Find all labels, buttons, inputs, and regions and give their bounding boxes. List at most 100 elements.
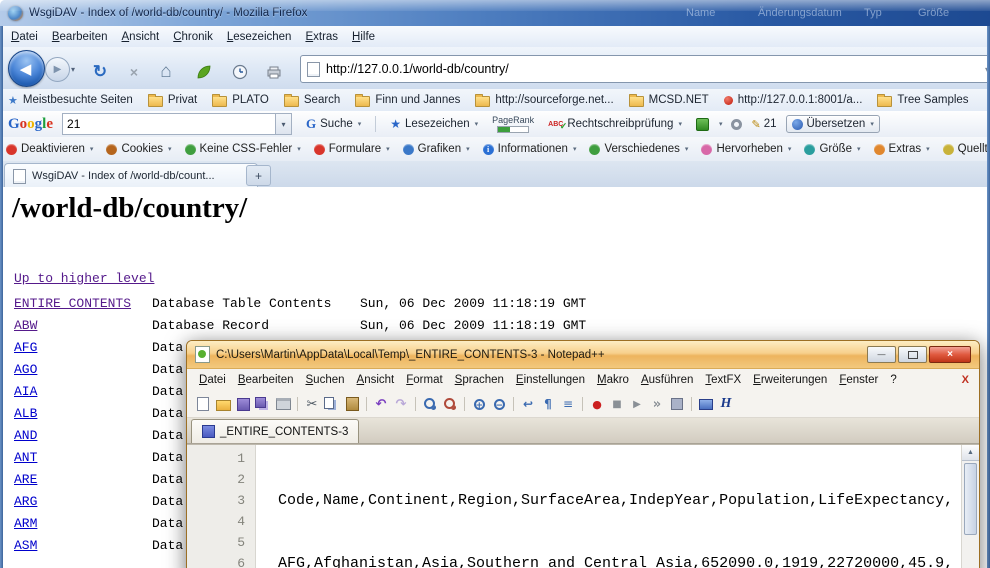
url-input[interactable]	[326, 62, 979, 76]
scroll-up-button[interactable]: ▲	[962, 445, 979, 461]
code-text[interactable]: Code,Name,Continent,Region,SurfaceArea,I…	[256, 445, 961, 568]
print-icon[interactable]	[274, 396, 292, 413]
google-search-input[interactable]	[63, 117, 275, 131]
bookmark-sourceforge[interactable]: http://sourceforge.net...	[475, 94, 613, 107]
close-button[interactable]: ×	[929, 346, 971, 363]
menu-lesezeichen[interactable]: Lesezeichen	[220, 29, 299, 45]
doc-monitor-icon[interactable]	[697, 396, 715, 413]
npp-menu-textfx[interactable]: TextFX	[699, 372, 747, 388]
search-history-dropdown-icon[interactable]: ▾	[275, 114, 291, 134]
options-icon[interactable]	[731, 119, 742, 130]
zoom-in-icon[interactable]	[470, 396, 488, 413]
notes-button[interactable]: ✎21	[751, 118, 776, 131]
npp-menu-datei[interactable]: Datei	[193, 372, 232, 388]
dir-link-aia[interactable]: AIA	[14, 381, 152, 403]
npp-menu-ansicht[interactable]: Ansicht	[351, 372, 401, 388]
show-symbols-icon[interactable]	[539, 396, 557, 413]
chevron-down-icon[interactable]: ▾	[719, 120, 723, 128]
dir-link-arg[interactable]: ARG	[14, 491, 152, 513]
notepad-titlebar[interactable]: C:\Users\Martin\AppData\Local\Temp\_ENTI…	[187, 341, 979, 369]
h-viewer-icon[interactable]	[717, 396, 735, 413]
webdev-formulare[interactable]: Formulare▾	[314, 143, 390, 155]
firefox-titlebar[interactable]: WsgiDAV - Index of /world-db/country/ - …	[0, 0, 990, 26]
google-bookmarks-button[interactable]: ★Lesezeichen▾	[385, 115, 483, 133]
dir-link-alb[interactable]: ALB	[14, 403, 152, 425]
dir-link-arm[interactable]: ARM	[14, 513, 152, 535]
history-dropdown-icon[interactable]: ▾	[71, 65, 75, 74]
npp-menu-erweiterungen[interactable]: Erweiterungen	[747, 372, 833, 388]
menu-hilfe[interactable]: Hilfe	[345, 29, 382, 45]
google-logo[interactable]: Google	[8, 116, 53, 133]
stop-button[interactable]: ×	[122, 61, 146, 83]
webdev-verschiedenes[interactable]: Verschiedenes▾	[589, 143, 688, 155]
save-all-icon[interactable]	[254, 396, 272, 413]
dir-link-ago[interactable]: AGO	[14, 359, 152, 381]
npp-menu-format[interactable]: Format	[400, 372, 448, 388]
npp-menu-help[interactable]: ?	[884, 372, 902, 388]
home-button[interactable]: ⌂	[154, 61, 178, 83]
print-icon[interactable]	[262, 61, 286, 83]
copy-icon[interactable]	[323, 396, 341, 413]
new-tab-button[interactable]: +	[246, 165, 271, 186]
dir-link-entire-contents[interactable]: ENTIRE CONTENTS	[14, 293, 152, 315]
npp-menu-makro[interactable]: Makro	[591, 372, 635, 388]
menu-chronik[interactable]: Chronik	[166, 29, 220, 45]
scrollbar-thumb[interactable]	[964, 463, 977, 535]
autofill-icon[interactable]	[696, 118, 709, 131]
play-multi-icon[interactable]	[648, 396, 666, 413]
paste-icon[interactable]	[343, 396, 361, 413]
webdev-informationen[interactable]: iInformationen▾	[483, 143, 577, 155]
reload-button[interactable]: ↻	[88, 61, 112, 83]
webdev-extras[interactable]: Extras▾	[874, 143, 930, 155]
open-icon[interactable]	[214, 396, 232, 413]
webdev-deaktivieren[interactable]: Deaktivieren▾	[6, 143, 93, 155]
save-icon[interactable]	[234, 396, 252, 413]
menu-datei[interactable]: Datei	[4, 29, 45, 45]
greasemonkey-icon[interactable]	[192, 61, 216, 83]
npp-menu-einstellungen[interactable]: Einstellungen	[510, 372, 591, 388]
new-icon[interactable]	[194, 396, 212, 413]
google-search-button[interactable]: GSuche▾	[301, 114, 366, 134]
menu-bearbeiten[interactable]: Bearbeiten	[45, 29, 115, 45]
line-number-gutter[interactable]: 1 2 3 4 5 6	[187, 445, 256, 568]
bookmark-finn-und-jannes[interactable]: Finn und Jannes	[355, 94, 460, 107]
history-clock-icon[interactable]	[228, 61, 252, 83]
npp-menu-bearbeiten[interactable]: Bearbeiten	[232, 372, 300, 388]
webdev-groesse[interactable]: Größe▾	[804, 143, 860, 155]
webdev-css[interactable]: Keine CSS-Fehler▾	[185, 143, 301, 155]
zoom-out-icon[interactable]	[490, 396, 508, 413]
translate-button[interactable]: Übersetzen▾	[786, 115, 880, 133]
dir-link-and[interactable]: AND	[14, 425, 152, 447]
play-icon[interactable]	[628, 396, 646, 413]
npp-menu-ausfuehren[interactable]: Ausführen	[635, 372, 699, 388]
bookmark-search[interactable]: Search	[284, 94, 340, 107]
save-macro-icon[interactable]	[668, 396, 686, 413]
spellcheck-button[interactable]: ABCRechtschreibprüfung▾	[543, 116, 687, 132]
pagerank-indicator[interactable]: PageRank	[492, 115, 534, 133]
maximize-button[interactable]	[898, 346, 927, 363]
indent-guide-icon[interactable]	[559, 396, 577, 413]
webdev-grafiken[interactable]: Grafiken▾	[403, 143, 470, 155]
dir-link-ant[interactable]: ANT	[14, 447, 152, 469]
webdev-hervorheben[interactable]: Hervorheben▾	[701, 143, 791, 155]
record-icon[interactable]	[588, 396, 606, 413]
bookmark-privat[interactable]: Privat	[148, 94, 197, 107]
bookmark-mcsd[interactable]: MCSD.NET	[629, 94, 709, 107]
redo-icon[interactable]	[392, 396, 410, 413]
dir-link-abw[interactable]: ABW	[14, 315, 152, 337]
dir-link-asm[interactable]: ASM	[14, 535, 152, 557]
bookmark-localhost-8001[interactable]: http://127.0.0.1:8001/a...	[724, 94, 863, 106]
npp-menu-fenster[interactable]: Fenster	[833, 372, 884, 388]
minimize-button[interactable]: —	[867, 346, 896, 363]
find-icon[interactable]	[421, 396, 439, 413]
npp-tab-entire-contents[interactable]: _ENTIRE_CONTENTS-3	[191, 419, 359, 443]
back-button[interactable]: ◀	[8, 50, 45, 87]
up-to-higher-level-link[interactable]: Up to higher level	[14, 271, 154, 286]
webdev-cookies[interactable]: Cookies▾	[106, 143, 171, 155]
bookmark-plato[interactable]: PLATO	[212, 94, 269, 107]
tab-wsgidav[interactable]: WsgiDAV - Index of /world-db/count...	[4, 163, 258, 188]
word-wrap-icon[interactable]	[519, 396, 537, 413]
menu-extras[interactable]: Extras	[298, 29, 345, 45]
editor-area[interactable]: 1 2 3 4 5 6 Code,Name,Continent,Region,S…	[187, 444, 979, 568]
replace-icon[interactable]	[441, 396, 459, 413]
